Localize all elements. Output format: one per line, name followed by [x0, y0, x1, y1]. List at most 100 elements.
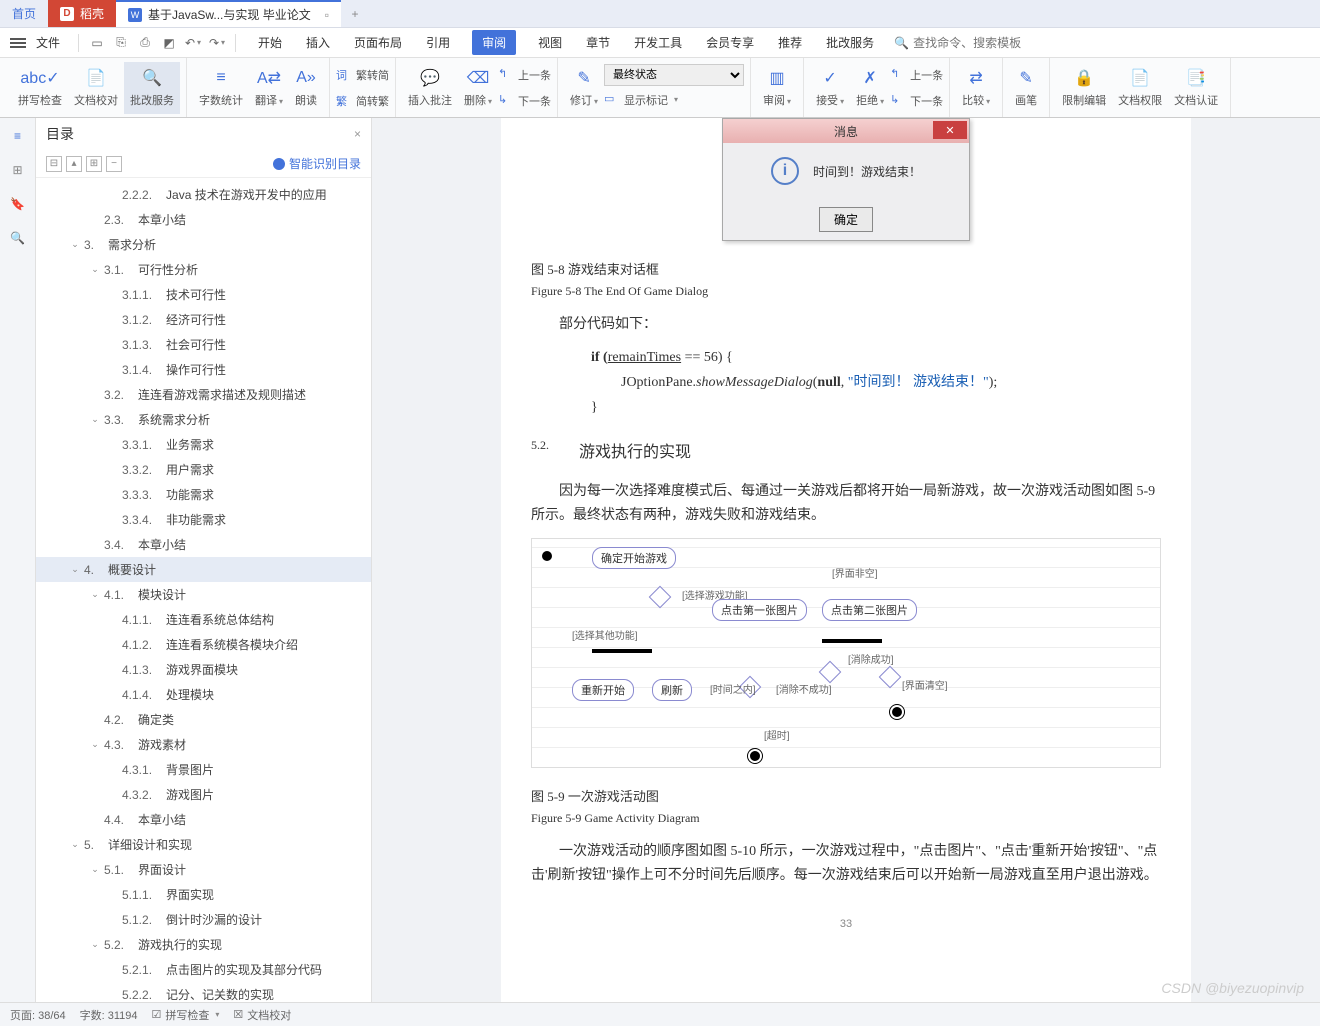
compare-button[interactable]: ⇄比较▾	[956, 62, 996, 114]
next-comment-button[interactable]: ↳下一条	[498, 89, 551, 113]
toc-item[interactable]: 4.2.确定类	[36, 707, 371, 732]
find-pane-icon[interactable]: 🔍	[8, 228, 28, 248]
print-icon[interactable]: ⎙	[135, 33, 155, 53]
tab-home[interactable]: 首页	[0, 0, 48, 27]
insert-comment-button[interactable]: 💬插入批注	[402, 62, 458, 114]
toc-item[interactable]: 3.3.1.业务需求	[36, 432, 371, 457]
minus-icon[interactable]: −	[106, 156, 122, 172]
correction-button[interactable]: 🔍批改服务	[124, 62, 180, 114]
toc-item[interactable]: 3.1.3.社会可行性	[36, 332, 371, 357]
tab-ref[interactable]: 引用	[424, 30, 452, 55]
expand-icon[interactable]: ⊞	[86, 156, 102, 172]
toc-item[interactable]: 3.2.连连看游戏需求描述及规则描述	[36, 382, 371, 407]
toc-item[interactable]: 2.2.2.Java 技术在游戏开发中的应用	[36, 182, 371, 207]
page-indicator[interactable]: 页面: 38/64	[10, 1007, 66, 1023]
new-doc-icon[interactable]: ▭	[87, 33, 107, 53]
redo-icon[interactable]: ↷▾	[207, 33, 227, 53]
up-icon[interactable]: ▴	[66, 156, 82, 172]
command-search[interactable]: 🔍	[894, 36, 1053, 50]
wordcount-button[interactable]: ≡字数统计	[193, 62, 249, 114]
toc-item[interactable]: 5.1.2.倒计时沙漏的设计	[36, 907, 371, 932]
toc-item[interactable]: 3.1.2.经济可行性	[36, 307, 371, 332]
tab-view[interactable]: 视图	[536, 30, 564, 55]
tab-document[interactable]: W基于JavaSw...与实现 毕业论文▫	[116, 0, 341, 27]
toc-item[interactable]: 3.3.2.用户需求	[36, 457, 371, 482]
tab-options-icon[interactable]: ▫	[325, 8, 329, 22]
search-input[interactable]	[913, 36, 1053, 50]
tab-vip[interactable]: 会员专享	[704, 30, 756, 55]
toc-item[interactable]: ⌄5.2.游戏执行的实现	[36, 932, 371, 957]
undo-icon[interactable]: ↶▾	[183, 33, 203, 53]
cert-button[interactable]: 📑文档认证	[1168, 62, 1224, 114]
word-count[interactable]: 字数: 31194	[80, 1007, 138, 1023]
display-mode-select[interactable]: 最终状态	[604, 64, 744, 86]
toc-item[interactable]: 4.1.2.连连看系统模各模块介绍	[36, 632, 371, 657]
toc-item[interactable]: 3.3.3.功能需求	[36, 482, 371, 507]
prev-change-button[interactable]: ↰上一条	[890, 63, 943, 87]
new-tab-button[interactable]: +	[341, 0, 369, 27]
toc-item[interactable]: 3.1.4.操作可行性	[36, 357, 371, 382]
toc-item[interactable]: 5.2.2.记分、记关数的实现	[36, 982, 371, 1004]
hamburger-icon[interactable]	[10, 38, 26, 48]
show-markup-button[interactable]: ▭显示标记▾	[604, 88, 744, 112]
toc-item[interactable]: 3.3.4.非功能需求	[36, 507, 371, 532]
delete-comment-button[interactable]: ⌫删除▾	[458, 62, 498, 114]
readaloud-button[interactable]: A»朗读	[289, 62, 323, 114]
tab-chapter[interactable]: 章节	[584, 30, 612, 55]
tab-insert[interactable]: 插入	[304, 30, 332, 55]
tab-daoke[interactable]: D稻壳	[48, 0, 116, 27]
simp-to-trad-button[interactable]: 繁简转繁	[336, 89, 389, 113]
review-pane-button[interactable]: ▥审阅▾	[757, 62, 797, 114]
toc-item[interactable]: 3.1.1.技术可行性	[36, 282, 371, 307]
collapse-icon[interactable]: ⊟	[46, 156, 62, 172]
tab-recommend[interactable]: 推荐	[776, 30, 804, 55]
tab-start[interactable]: 开始	[256, 30, 284, 55]
toc-item[interactable]: 4.3.1.背景图片	[36, 757, 371, 782]
close-panel-icon[interactable]: ×	[354, 127, 361, 141]
toc-item[interactable]: ⌄5.详细设计和实现	[36, 832, 371, 857]
tab-review[interactable]: 审阅	[472, 30, 516, 55]
toc-pane-icon[interactable]: ≡	[8, 126, 28, 146]
spellcheck-status[interactable]: ☑ 拼写检查▾	[152, 1007, 220, 1023]
toc-item[interactable]: ⌄3.3.系统需求分析	[36, 407, 371, 432]
next-change-button[interactable]: ↳下一条	[890, 89, 943, 113]
toc-item[interactable]: ⌄3.1.可行性分析	[36, 257, 371, 282]
toc-item[interactable]: 4.4.本章小结	[36, 807, 371, 832]
toc-item[interactable]: ⌄4.概要设计	[36, 557, 371, 582]
toc-item[interactable]: 2.3.本章小结	[36, 207, 371, 232]
proof-status[interactable]: ☒ 文档校对	[233, 1007, 291, 1023]
tab-layout[interactable]: 页面布局	[352, 30, 404, 55]
tab-correct[interactable]: 批改服务	[824, 30, 876, 55]
trad-to-simp-button[interactable]: 词繁转简	[336, 63, 389, 87]
nav-pane-icon[interactable]: ⊞	[8, 160, 28, 180]
toc-item[interactable]: 5.1.1.界面实现	[36, 882, 371, 907]
reject-button[interactable]: ✗拒绝▾	[850, 62, 890, 114]
accept-button[interactable]: ✓接受▾	[810, 62, 850, 114]
translate-button[interactable]: A⇄翻译▾	[249, 62, 289, 114]
permission-button[interactable]: 📄文档权限	[1112, 62, 1168, 114]
track-changes-button[interactable]: ✎修订▾	[564, 62, 604, 114]
open-icon[interactable]: ⎘	[111, 33, 131, 53]
toc-item[interactable]: 4.1.4.处理模块	[36, 682, 371, 707]
document-area[interactable]: 消息✕ i时间到！游戏结束！ 确定 图 5-8 游戏结束对话框 Figure 5…	[372, 118, 1320, 1004]
preview-icon[interactable]: ◩	[159, 33, 179, 53]
proofread-button[interactable]: 📄文档校对	[68, 62, 124, 114]
toc-item[interactable]: ⌄4.1.模块设计	[36, 582, 371, 607]
page-number: 33	[531, 918, 1161, 930]
bookmark-pane-icon[interactable]: 🔖	[8, 194, 28, 214]
tab-dev[interactable]: 开发工具	[632, 30, 684, 55]
restrict-button[interactable]: 🔒限制编辑	[1056, 62, 1112, 114]
file-menu[interactable]: 文件	[36, 34, 60, 51]
toc-item[interactable]: 4.1.1.连连看系统总体结构	[36, 607, 371, 632]
smart-toc-button[interactable]: 智能识别目录	[273, 155, 361, 172]
spellcheck-button[interactable]: abc✓拼写检查	[12, 62, 68, 114]
toc-item[interactable]: 3.4.本章小结	[36, 532, 371, 557]
toc-item[interactable]: ⌄5.1.界面设计	[36, 857, 371, 882]
ink-button[interactable]: ✎画笔	[1009, 62, 1043, 114]
prev-comment-button[interactable]: ↰上一条	[498, 63, 551, 87]
toc-item[interactable]: ⌄3.需求分析	[36, 232, 371, 257]
toc-item[interactable]: 4.1.3.游戏界面模块	[36, 657, 371, 682]
toc-item[interactable]: 5.2.1.点击图片的实现及其部分代码	[36, 957, 371, 982]
toc-item[interactable]: 4.3.2.游戏图片	[36, 782, 371, 807]
toc-item[interactable]: ⌄4.3.游戏素材	[36, 732, 371, 757]
